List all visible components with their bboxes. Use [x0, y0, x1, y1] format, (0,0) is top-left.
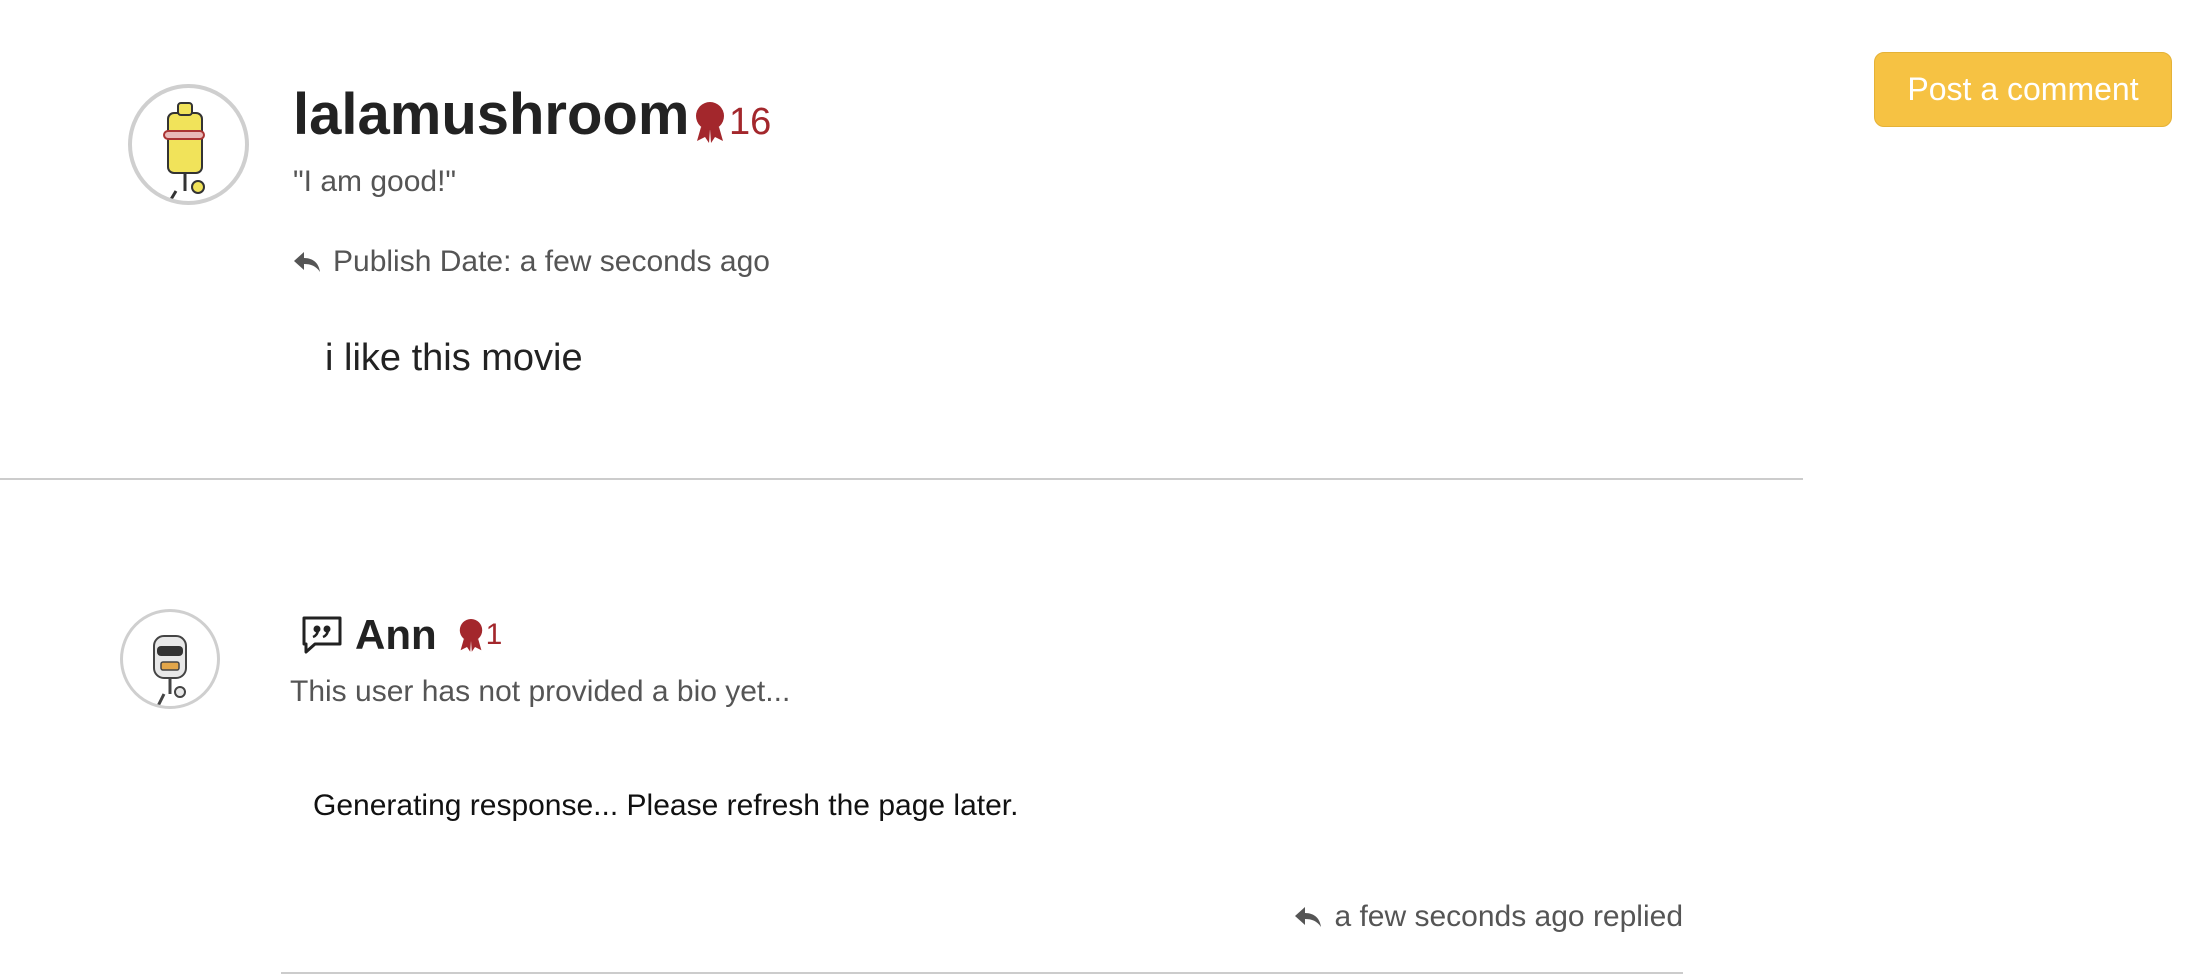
reply-avatar[interactable]	[120, 609, 220, 709]
reply-author-name[interactable]: Ann	[355, 611, 437, 659]
reply-time-text: a few seconds ago replied	[1334, 900, 1683, 933]
ribbon-badge-icon	[459, 619, 482, 652]
badge-count-value: 16	[729, 100, 772, 143]
reply-arrow-icon	[294, 252, 320, 272]
robot-avatar-icon	[153, 635, 187, 706]
post-comment-button[interactable]: Post a comment	[1874, 52, 2172, 127]
reply-time[interactable]: a few seconds ago replied	[1294, 900, 1683, 934]
reply-header: Ann 1	[301, 610, 502, 660]
reply-badge-value: 1	[485, 618, 503, 651]
comment-text: i like this movie	[325, 337, 583, 379]
reply-text: Generating response... Please refresh th…	[313, 789, 1019, 822]
ribbon-badge-icon	[696, 102, 724, 143]
reply-divider	[281, 972, 1683, 974]
comment-divider	[0, 478, 1803, 480]
reply-arrow-icon	[1295, 907, 1322, 927]
reply-badge-count: 1	[459, 618, 503, 652]
publish-date-text: Publish Date: a few seconds ago	[333, 245, 770, 278]
reply-author-bio: This user has not provided a bio yet...	[290, 675, 791, 708]
avatar[interactable]	[128, 84, 249, 205]
author-name[interactable]: lalamushroom	[293, 82, 689, 148]
publish-date: Publish Date: a few seconds ago	[293, 245, 770, 279]
badge-count: 16	[695, 98, 771, 146]
author-bio: "I am good!"	[293, 165, 457, 198]
robot-avatar-icon	[162, 102, 205, 201]
quote-bubble-icon	[302, 616, 342, 654]
